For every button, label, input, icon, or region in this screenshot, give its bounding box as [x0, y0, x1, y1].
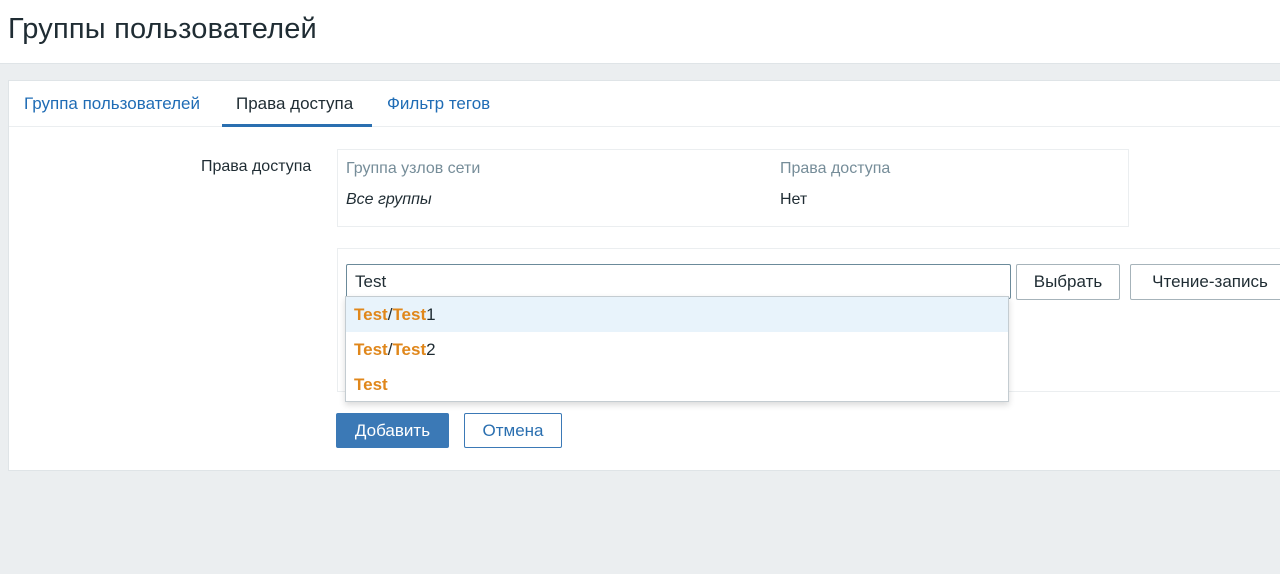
- add-button[interactable]: Добавить: [336, 413, 449, 448]
- form-panel: Группа пользователей Права доступа Фильт…: [8, 80, 1280, 471]
- match-highlight: Test: [392, 305, 427, 324]
- read-write-button[interactable]: Чтение-запись: [1130, 264, 1280, 300]
- column-header-host-group: Группа узлов сети: [346, 160, 481, 177]
- suggestion-text: 2: [426, 340, 436, 359]
- suggestion-item[interactable]: Test/Test1: [346, 297, 1008, 332]
- tab-permissions[interactable]: Права доступа: [222, 81, 372, 127]
- permissions-table: Группа узлов сети Права доступа Все груп…: [337, 149, 1129, 227]
- tab-user-group[interactable]: Группа пользователей: [10, 81, 214, 127]
- select-button[interactable]: Выбрать: [1016, 264, 1120, 300]
- column-header-permissions: Права доступа: [780, 160, 891, 177]
- page-header: Группы пользователей: [0, 0, 1280, 64]
- suggestion-text: 1: [426, 305, 436, 324]
- suggestion-item[interactable]: Test/Test2: [346, 332, 1008, 367]
- page-title: Группы пользователей: [8, 13, 317, 45]
- match-highlight: Test: [354, 340, 388, 359]
- table-cell-permission: Нет: [780, 191, 808, 208]
- match-highlight: Test: [354, 305, 388, 324]
- table-cell-host-group: Все группы: [346, 191, 432, 208]
- tab-bar: Группа пользователей Права доступа Фильт…: [9, 81, 1280, 127]
- host-group-search-input[interactable]: [346, 264, 1011, 299]
- suggestion-item[interactable]: Test: [346, 367, 1008, 402]
- autocomplete-dropdown: Test/Test1 Test/Test2 Test: [345, 296, 1009, 402]
- tab-tag-filter[interactable]: Фильтр тегов: [373, 81, 504, 127]
- match-highlight: Test: [354, 375, 388, 394]
- match-highlight: Test: [392, 340, 427, 359]
- cancel-button[interactable]: Отмена: [464, 413, 562, 448]
- permissions-label: Права доступа: [201, 158, 312, 175]
